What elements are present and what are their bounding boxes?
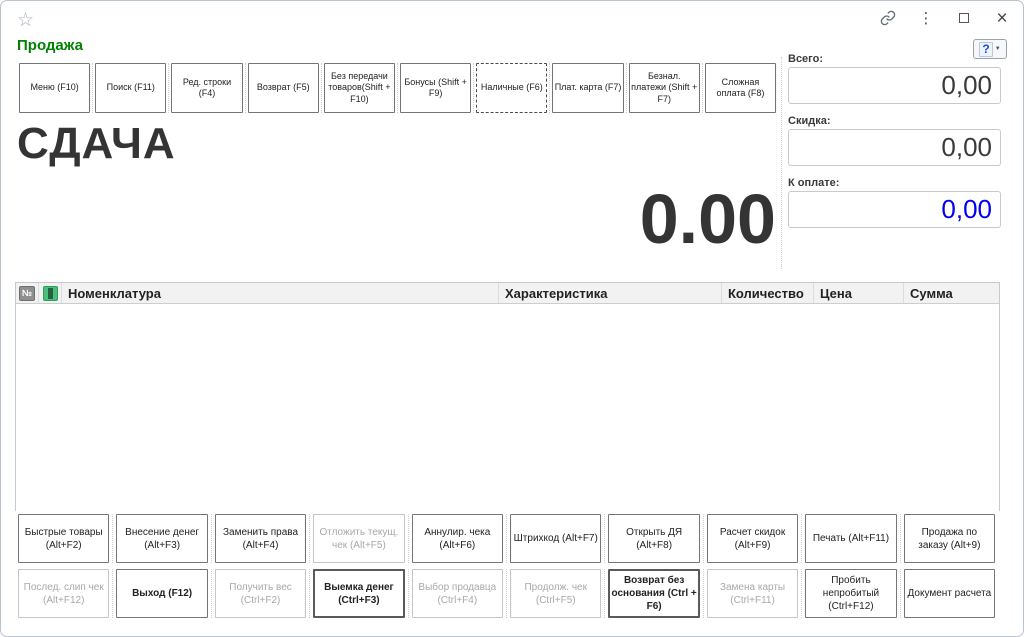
toolbar-button-cash[interactable]: Наличные (F6)	[476, 63, 548, 113]
print-button[interactable]: Печать (Alt+F11)	[805, 514, 897, 563]
toolbar-button-edit-line[interactable]: Ред. строки (F4)	[171, 63, 243, 113]
change-rights-button[interactable]: Заменить права (Alt+F4)	[214, 514, 307, 563]
to-pay-value: 0,00	[941, 194, 992, 224]
toolbar-button-complex-payment[interactable]: Сложная оплата (F8)	[704, 63, 777, 113]
discount-field[interactable]: 0,00	[788, 129, 1001, 166]
line-number-icon: №	[19, 285, 35, 301]
actions-row-2: Послед. слип чек (Alt+F12) Выход (F12) П…	[15, 569, 998, 618]
get-weight-button: Получить вес (Ctrl+F2)	[214, 569, 307, 618]
change-amount: 0.00	[639, 180, 776, 258]
items-table-body[interactable]	[16, 304, 999, 511]
total-label: Всего:	[788, 53, 823, 65]
change-label: СДАЧА	[17, 119, 176, 168]
nomenclature-icon	[42, 285, 58, 301]
return-no-basis-button[interactable]: Возврат без основания (Ctrl + F6)	[608, 569, 700, 618]
column-quantity[interactable]: Количество	[722, 283, 814, 303]
exit-button[interactable]: Выход (F12)	[116, 569, 208, 618]
select-seller-button: Выбор продавца (Ctrl+F4)	[411, 569, 504, 618]
continue-receipt-button: Продолж. чек (Ctrl+F5)	[510, 569, 602, 618]
chevron-down-icon: ▼	[994, 46, 1001, 52]
punch-unpunched-button[interactable]: Пробить непробитый (Ctrl+F12)	[805, 569, 897, 618]
toolbar-button-cashless[interactable]: Безнал. платежи (Shift + F7)	[628, 63, 700, 113]
actions-row-1: Быстрые товары (Alt+F2) Внесение денег (…	[15, 514, 998, 563]
discount-value: 0,00	[941, 132, 992, 162]
hold-receipt-button: Отложить текущ. чек (Alt+F5)	[313, 514, 405, 563]
link-icon[interactable]	[879, 9, 897, 27]
last-slip-receipt-button: Послед. слип чек (Alt+F12)	[18, 569, 110, 618]
total-field[interactable]: 0,00	[788, 67, 1001, 104]
column-sum[interactable]: Сумма	[904, 283, 999, 303]
void-receipt-button[interactable]: Аннулир. чека (Alt+F6)	[411, 514, 504, 563]
kebab-menu-icon[interactable]: ⋮	[917, 9, 935, 27]
replace-card-button: Замена карты (Ctrl+F11)	[706, 569, 799, 618]
column-characteristic[interactable]: Характеристика	[499, 283, 722, 303]
panel-separator	[781, 57, 782, 269]
toolbar-button-payment-card[interactable]: Плат. карта (F7)	[552, 63, 624, 113]
total-value: 0,00	[941, 70, 992, 100]
items-table: № Номенклатура Характеристика Количество…	[15, 282, 1000, 511]
cash-in-button[interactable]: Внесение денег (Alt+F3)	[116, 514, 208, 563]
totals-panel: Всего: 0,00 Скидка: 0,00 К оплате: 0,00	[788, 53, 1001, 239]
discount-label: Скидка:	[788, 115, 831, 127]
column-number[interactable]: №	[16, 283, 39, 303]
maximize-icon[interactable]	[955, 9, 973, 27]
payment-toolbar: Меню (F10) Поиск (F11) Ред. строки (F4) …	[17, 63, 778, 113]
toolbar-button-search[interactable]: Поиск (F11)	[95, 63, 167, 113]
to-pay-label: К оплате:	[788, 177, 840, 189]
settlement-document-button[interactable]: Документ расчета	[903, 569, 996, 618]
column-item-icon[interactable]	[39, 283, 62, 303]
toolbar-button-menu[interactable]: Меню (F10)	[19, 63, 91, 113]
column-nomenclature[interactable]: Номенклатура	[62, 283, 499, 303]
to-pay-field[interactable]: 0,00	[788, 191, 1001, 228]
open-cash-drawer-button[interactable]: Открыть ДЯ (Alt+F8)	[608, 514, 700, 563]
favorite-star-icon[interactable]: ☆	[17, 9, 34, 32]
toolbar-button-return[interactable]: Возврат (F5)	[247, 63, 319, 113]
sale-by-order-button[interactable]: Продажа по заказу (Alt+9)	[903, 514, 996, 563]
calc-discounts-button[interactable]: Расчет скидок (Alt+F9)	[706, 514, 799, 563]
barcode-button[interactable]: Штрихкод (Alt+F7)	[510, 514, 602, 563]
items-table-header: № Номенклатура Характеристика Количество…	[16, 283, 999, 304]
cash-out-button[interactable]: Выемка денег (Ctrl+F3)	[313, 569, 405, 618]
pos-window: ☆ ⋮ × Продажа ? ▼ Меню (F10) Поиск (F11)…	[0, 0, 1024, 637]
quick-goods-button[interactable]: Быстрые товары (Alt+F2)	[18, 514, 110, 563]
toolbar-button-bonuses[interactable]: Бонусы (Shift + F9)	[400, 63, 472, 113]
close-icon[interactable]: ×	[993, 9, 1011, 28]
column-price[interactable]: Цена	[814, 283, 904, 303]
page-title: Продажа	[17, 37, 83, 54]
window-controls: ⋮ ×	[879, 9, 1011, 28]
toolbar-button-no-goods-transfer[interactable]: Без передачи товаров(Shift + F10)	[323, 63, 396, 113]
